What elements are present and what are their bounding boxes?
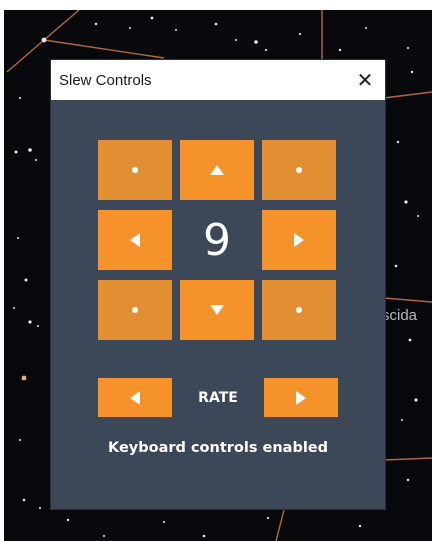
slew-down-right-button[interactable] bbox=[262, 280, 336, 340]
star bbox=[22, 498, 26, 502]
object-label: scida bbox=[382, 307, 418, 324]
star bbox=[19, 439, 21, 441]
dot-icon bbox=[296, 167, 302, 173]
star bbox=[410, 70, 414, 74]
star bbox=[394, 264, 398, 268]
star bbox=[414, 398, 418, 402]
star bbox=[163, 521, 165, 523]
star bbox=[396, 140, 400, 144]
screenshot-root: scida Slew Controls ✕ 9 RATE Keyboard co… bbox=[0, 0, 432, 541]
star bbox=[358, 524, 362, 528]
star bbox=[407, 47, 409, 49]
star bbox=[266, 516, 270, 520]
constellation-line bbox=[43, 39, 165, 59]
star bbox=[202, 534, 206, 538]
slew-controls-dialog: Slew Controls ✕ 9 RATE Keyboard controls… bbox=[51, 60, 385, 509]
arrow-right-icon bbox=[294, 233, 304, 247]
close-icon: ✕ bbox=[356, 68, 374, 92]
arrow-right-icon bbox=[296, 390, 306, 405]
star bbox=[404, 200, 408, 204]
star bbox=[406, 478, 410, 482]
star bbox=[66, 518, 70, 522]
star bbox=[37, 325, 39, 327]
slew-up-button[interactable] bbox=[180, 140, 254, 200]
constellation-line bbox=[383, 91, 432, 99]
dialog-titlebar[interactable]: Slew Controls ✕ bbox=[51, 60, 385, 100]
star bbox=[150, 16, 154, 20]
star bbox=[41, 37, 47, 43]
rate-decrease-button[interactable] bbox=[98, 378, 172, 417]
star bbox=[94, 22, 98, 26]
star bbox=[264, 48, 268, 52]
constellation-line bbox=[275, 509, 285, 541]
star bbox=[254, 40, 258, 44]
dot-icon bbox=[296, 307, 302, 313]
star bbox=[103, 535, 105, 537]
arrow-left-icon bbox=[130, 390, 140, 405]
arrow-up-icon bbox=[210, 165, 224, 175]
star bbox=[13, 307, 15, 309]
star bbox=[129, 27, 131, 29]
slew-down-button[interactable] bbox=[180, 280, 254, 340]
star bbox=[408, 338, 412, 342]
dot-icon bbox=[132, 307, 138, 313]
star bbox=[175, 29, 177, 31]
arrow-left-icon bbox=[130, 233, 140, 247]
star bbox=[39, 507, 41, 509]
star bbox=[235, 39, 237, 41]
keyboard-status-text: Keyboard controls enabled bbox=[107, 440, 329, 456]
slew-up-right-button[interactable] bbox=[262, 140, 336, 200]
rate-label: RATE bbox=[198, 389, 238, 406]
slew-left-button[interactable] bbox=[98, 210, 172, 270]
star bbox=[214, 22, 218, 26]
star bbox=[28, 320, 32, 324]
constellation-line bbox=[6, 39, 45, 73]
star bbox=[14, 150, 18, 154]
star bbox=[19, 97, 21, 99]
dot-icon bbox=[132, 167, 138, 173]
slew-right-button[interactable] bbox=[262, 210, 336, 270]
rate-increase-button[interactable] bbox=[264, 378, 338, 417]
arrow-down-icon bbox=[210, 305, 224, 315]
slew-down-left-button[interactable] bbox=[98, 280, 172, 340]
star bbox=[365, 27, 367, 29]
star bbox=[338, 48, 342, 52]
rate-value: 9 bbox=[203, 214, 231, 266]
star bbox=[24, 278, 28, 282]
star bbox=[28, 148, 32, 152]
star bbox=[21, 375, 27, 381]
constellation-line bbox=[383, 297, 432, 303]
star bbox=[17, 237, 19, 239]
constellation-line bbox=[43, 10, 80, 41]
star bbox=[417, 215, 419, 217]
constellation-line bbox=[383, 457, 432, 461]
star bbox=[401, 419, 403, 421]
star bbox=[298, 32, 302, 36]
dialog-title: Slew Controls bbox=[59, 71, 152, 89]
slew-up-left-button[interactable] bbox=[98, 140, 172, 200]
star bbox=[35, 159, 37, 161]
close-button[interactable]: ✕ bbox=[345, 60, 385, 100]
